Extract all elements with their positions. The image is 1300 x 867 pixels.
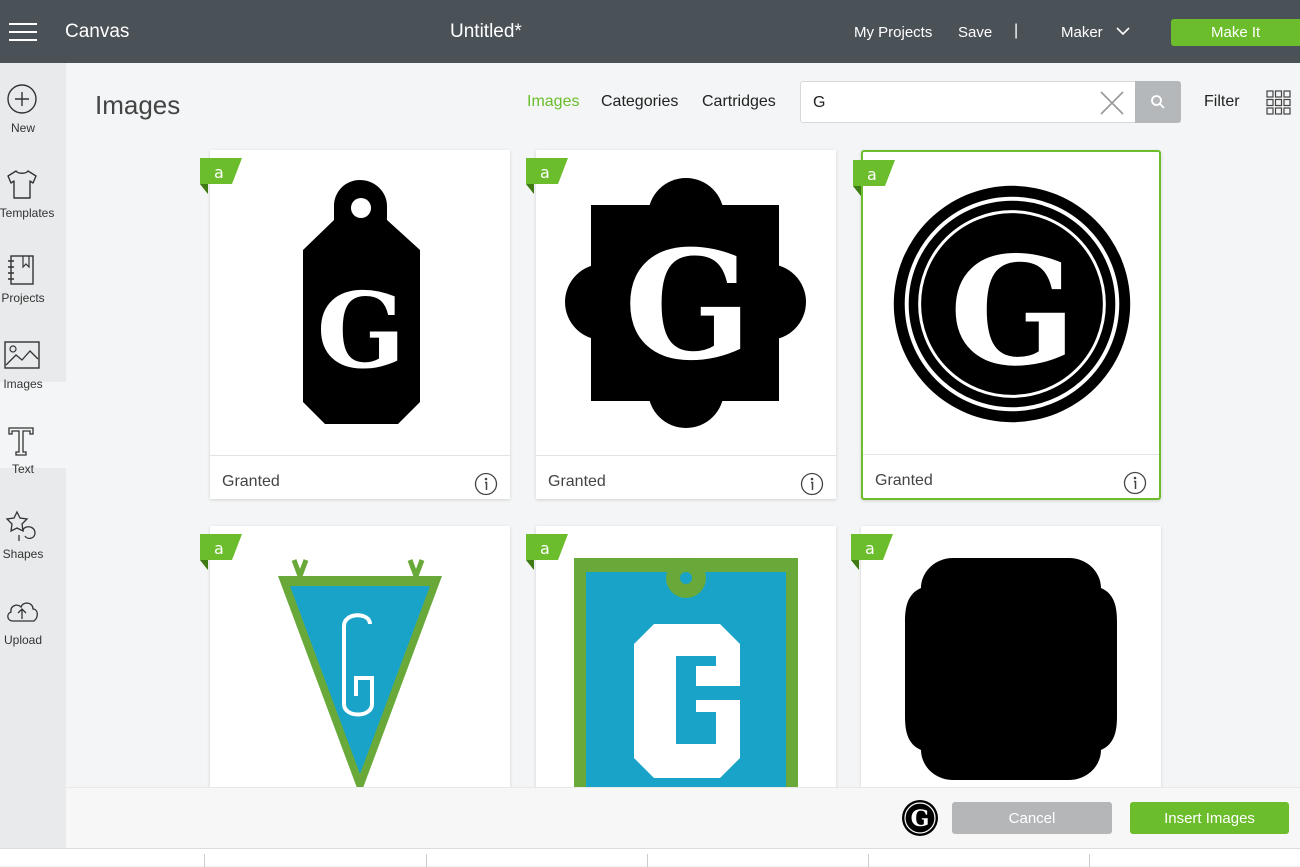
sidebar-item-label: Shapes — [2, 547, 44, 561]
strip-divider — [868, 854, 869, 867]
document-title[interactable]: Untitled* — [450, 21, 522, 43]
image-card[interactable]: a — [526, 526, 836, 800]
strip-divider — [647, 854, 648, 867]
svg-text:G: G — [317, 269, 406, 392]
image-icon — [4, 341, 40, 369]
search-icon — [1151, 95, 1165, 109]
cloud-upload-icon — [7, 602, 38, 622]
sidebar-item-label: Upload — [3, 633, 43, 647]
app-title: Canvas — [65, 21, 130, 42]
image-card-selected[interactable]: a G Granted — [853, 150, 1161, 500]
card-footer: Granted — [210, 455, 510, 499]
sidebar-item-images[interactable]: Images — [0, 319, 66, 404]
card-label: Granted — [875, 472, 933, 489]
card-footer: Granted — [536, 455, 836, 499]
tab-categories[interactable]: Categories — [601, 93, 678, 111]
image-card[interactable]: a — [851, 526, 1161, 788]
action-bar: G Cancel Insert Images — [66, 787, 1300, 848]
g-pennant-icon — [278, 559, 442, 788]
chevron-down-icon — [1116, 27, 1130, 36]
card-footer: Granted — [863, 454, 1159, 498]
tshirt-icon — [7, 170, 37, 199]
image-card[interactable]: a G Granted — [526, 150, 836, 499]
g-blue-tag-icon — [574, 558, 798, 800]
search-box — [800, 81, 1181, 123]
info-icon[interactable] — [474, 472, 498, 496]
grid-view-icon[interactable] — [1266, 90, 1291, 115]
bottom-strip — [0, 848, 1300, 867]
sidebar-item-templates[interactable]: Templates — [0, 148, 66, 233]
sidebar-item-new[interactable]: New — [0, 63, 66, 148]
machine-selector[interactable]: Maker — [1061, 24, 1130, 41]
sidebar-item-upload[interactable]: Upload — [0, 575, 66, 660]
search-button[interactable] — [1135, 81, 1181, 123]
clear-search-icon[interactable] — [1099, 90, 1125, 116]
insert-images-button[interactable]: Insert Images — [1130, 802, 1289, 834]
sidebar-item-shapes[interactable]: Shapes — [0, 489, 66, 574]
search-input[interactable] — [813, 92, 1083, 114]
tab-cartridges[interactable]: Cartridges — [702, 93, 776, 111]
text-icon — [8, 427, 34, 456]
sidebar-item-projects[interactable]: Projects — [0, 233, 66, 318]
info-icon[interactable] — [1123, 471, 1147, 495]
plus-circle-icon — [7, 84, 37, 114]
sidebar-item-label: Images — [3, 377, 43, 391]
top-bar: Canvas Untitled* My Projects Save | Make… — [0, 0, 1300, 63]
svg-text:G: G — [624, 218, 752, 394]
machine-label: Maker — [1061, 24, 1103, 41]
sidebar-item-label: Text — [11, 462, 34, 476]
shapes-icon — [5, 510, 36, 541]
info-icon[interactable] — [800, 472, 824, 496]
card-label: Granted — [222, 473, 280, 490]
g-circle-seal-icon: G — [893, 185, 1131, 423]
save-link[interactable]: Save — [958, 24, 992, 41]
notebook-icon — [8, 255, 34, 285]
sidebar-item-label: Templates — [0, 206, 55, 220]
selected-image-thumbnail-icon[interactable]: G — [901, 799, 939, 837]
filter-button[interactable]: Filter — [1204, 93, 1240, 111]
hamburger-menu-icon[interactable] — [9, 21, 37, 43]
card-label: Granted — [548, 473, 606, 490]
image-card[interactable]: a — [200, 526, 510, 788]
strip-divider — [1089, 854, 1090, 867]
topbar-separator: | — [1014, 22, 1019, 39]
sidebar: New Templates Projects Images Text Shape… — [0, 63, 66, 848]
sidebar-item-text[interactable]: Text — [0, 404, 66, 489]
sidebar-item-label: New — [10, 121, 35, 135]
make-it-button[interactable]: Make It — [1171, 19, 1300, 46]
tab-images[interactable]: Images — [527, 93, 579, 111]
image-card[interactable]: a G Granted — [200, 150, 510, 499]
page-title: Images — [95, 90, 181, 120]
svg-text:G: G — [911, 806, 930, 832]
black-plaque-icon — [905, 558, 1117, 780]
my-projects-link[interactable]: My Projects — [854, 24, 932, 41]
svg-text:G: G — [949, 225, 1076, 400]
strip-divider — [204, 854, 205, 867]
sidebar-item-label: Projects — [1, 291, 45, 305]
g-tag-icon: G — [303, 180, 420, 424]
cancel-button[interactable]: Cancel — [952, 802, 1112, 834]
g-quatrefoil-icon: G — [565, 178, 806, 428]
strip-divider — [426, 854, 427, 867]
